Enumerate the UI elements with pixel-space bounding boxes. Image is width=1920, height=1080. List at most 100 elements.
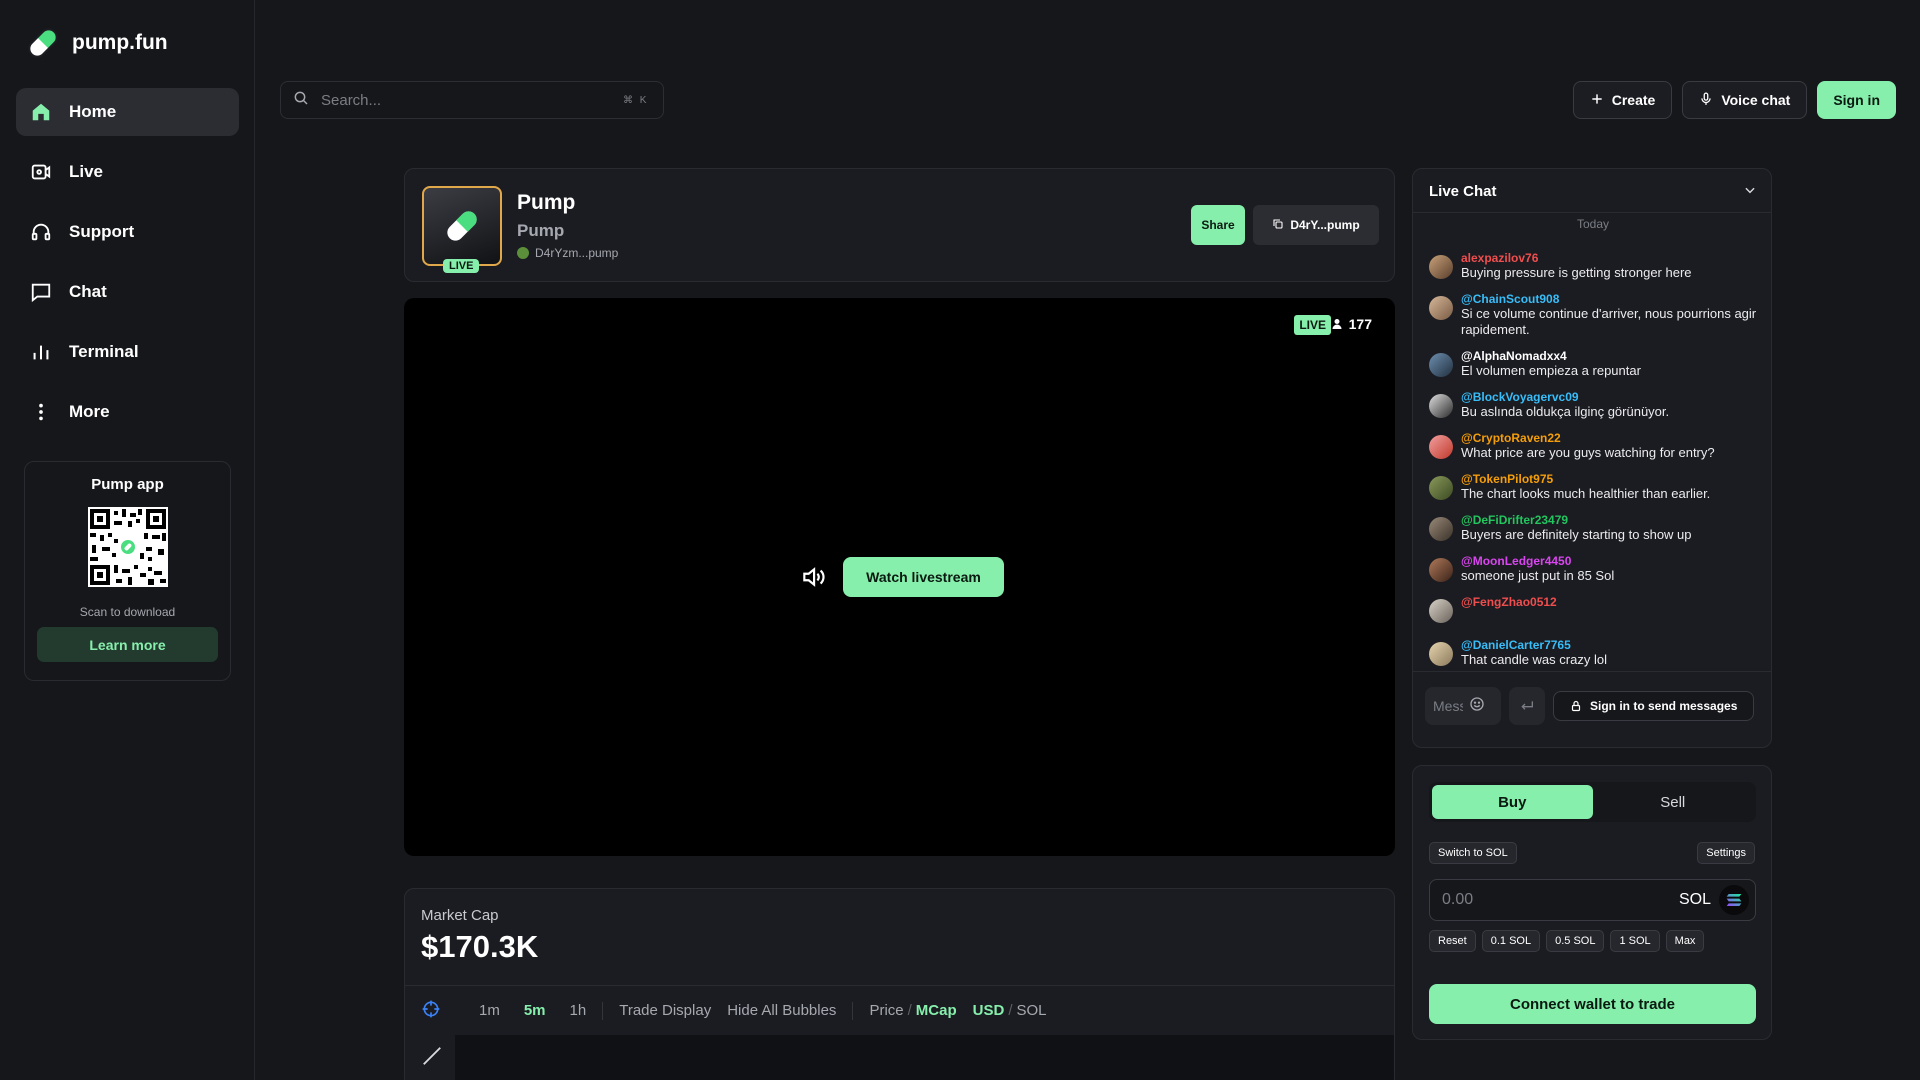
home-icon [29, 100, 53, 124]
header-actions: Create Voice chat Sign in [1572, 81, 1896, 119]
preset-0-1-sol[interactable]: 0.1 SOL [1481, 930, 1541, 952]
avatar[interactable] [1429, 255, 1453, 279]
tab-sell[interactable]: Sell [1593, 785, 1754, 819]
preset-reset[interactable]: Reset [1429, 930, 1476, 952]
live-icon [29, 160, 53, 184]
avatar[interactable] [1429, 435, 1453, 459]
chat-username[interactable]: @MoonLedger4450 [1461, 554, 1614, 568]
search-input[interactable] [321, 91, 611, 109]
connect-wallet-button[interactable]: Connect wallet to trade [1429, 984, 1756, 1024]
sidebar-item-chat[interactable]: Chat [16, 268, 239, 316]
sidebar-item-terminal[interactable]: Terminal [16, 328, 239, 376]
sidebar-item-home[interactable]: Home [16, 88, 239, 136]
search-icon [293, 90, 309, 111]
user-icon [1332, 319, 1342, 329]
chat-username[interactable]: @BlockVoyagervc09 [1461, 390, 1669, 404]
amount-field[interactable]: SOL [1429, 879, 1756, 921]
send-button[interactable] [1509, 687, 1545, 725]
mcap-toggle[interactable]: MCap [916, 1002, 957, 1019]
chat-divider [1413, 671, 1771, 672]
chat-username[interactable]: alexpazilov76 [1461, 251, 1692, 265]
stream-live-badge: LIVE [1294, 315, 1331, 335]
preset-1-sol[interactable]: 1 SOL [1610, 930, 1660, 952]
chat-header[interactable]: Live Chat [1413, 169, 1771, 213]
chat-message: @MoonLedger4450 someone just put in 85 So… [1429, 554, 1759, 584]
creator-avatar [517, 247, 529, 259]
share-button[interactable]: Share [1191, 205, 1245, 245]
trade-display-toggle[interactable]: Trade Display [619, 1002, 711, 1019]
avatar[interactable] [1429, 296, 1453, 320]
chat-message: @FengZhao0512 [1429, 595, 1759, 627]
speaker-icon[interactable] [800, 564, 826, 595]
preset-0-5-sol[interactable]: 0.5 SOL [1546, 930, 1605, 952]
avatar[interactable] [1429, 394, 1453, 418]
tab-buy[interactable]: Buy [1432, 785, 1593, 819]
watch-livestream-button[interactable]: Watch livestream [843, 557, 1004, 597]
chat-message: @AlphaNomadxx4 El volumen empieza a repun… [1429, 349, 1759, 379]
interval-5m[interactable]: 5m [524, 1002, 546, 1019]
sidebar-item-more[interactable]: More [16, 388, 239, 436]
preset-max[interactable]: Max [1665, 930, 1705, 952]
crosshair-icon[interactable] [421, 999, 441, 1023]
copy-address-button[interactable]: D4rY...pump [1253, 205, 1379, 245]
price-toggle[interactable]: Price [869, 1002, 903, 1019]
settings-button[interactable]: Settings [1697, 842, 1755, 864]
logo[interactable]: pump.fun [24, 24, 168, 62]
chat-message: @DeFiDrifter23479 Buyers are definitely s… [1429, 513, 1759, 543]
create-button[interactable]: Create [1572, 81, 1673, 119]
search-bar[interactable]: ⌘ K [280, 81, 664, 119]
chat-username[interactable]: @ChainScout908 [1461, 292, 1759, 306]
chat-date-divider: Today [1576, 217, 1610, 231]
avatar[interactable] [1429, 558, 1453, 582]
sidebar-item-label: Support [69, 222, 135, 241]
avatar[interactable] [1429, 353, 1453, 377]
viewer-count: 177 [1331, 316, 1372, 332]
trend-line-tool-icon[interactable] [421, 1045, 443, 1072]
emoji-icon[interactable] [1469, 696, 1485, 717]
chat-message: @ChainScout908 Si ce volume continue d'ar… [1429, 292, 1759, 338]
chevron-down-icon[interactable] [1743, 183, 1757, 202]
chat-username[interactable]: @AlphaNomadxx4 [1461, 349, 1641, 363]
chat-username[interactable]: @CryptoRaven22 [1461, 431, 1715, 445]
sidebar-item-live[interactable]: Live [16, 148, 239, 196]
app-card-title: Pump app [91, 476, 164, 493]
chat-username[interactable]: @TokenPilot975 [1461, 472, 1710, 486]
enter-icon [1521, 701, 1533, 710]
avatar[interactable] [1429, 476, 1453, 500]
sign-in-button[interactable]: Sign in [1817, 81, 1896, 119]
sign-in-to-send-button[interactable]: Sign in to send messages [1553, 691, 1755, 721]
copy-icon [1272, 218, 1284, 233]
avatar[interactable] [1429, 642, 1453, 666]
price-chart[interactable] [455, 1035, 1394, 1080]
sidebar: pump.fun Home Live Support Chat Terminal… [0, 0, 255, 1080]
amount-input[interactable] [1442, 891, 1679, 909]
learn-more-button[interactable]: Learn more [37, 627, 218, 662]
chat-username[interactable]: @DeFiDrifter23479 [1461, 513, 1692, 527]
message-input-box[interactable] [1425, 687, 1501, 725]
chat-text: Bu aslında oldukça ilginç görünüyor. [1461, 404, 1670, 419]
chat-username[interactable]: @FengZhao0512 [1461, 595, 1557, 609]
livestream-player[interactable]: LIVE 177 Watch livestream [404, 298, 1395, 856]
avatar[interactable] [1429, 599, 1453, 623]
hide-bubbles-toggle[interactable]: Hide All Bubbles [727, 1002, 836, 1019]
switch-to-sol-button[interactable]: Switch to SOL [1429, 842, 1517, 864]
chat-message: @CryptoRaven22 What price are you guys wa… [1429, 431, 1759, 461]
chat-message: @BlockVoyagervc09 Bu aslında oldukça ilgi… [1429, 390, 1759, 420]
token-creator[interactable]: D4rYzm...pump [517, 246, 618, 260]
bar-chart-icon [29, 340, 53, 364]
usd-toggle[interactable]: USD [973, 1002, 1005, 1019]
interval-1m[interactable]: 1m [479, 1002, 500, 1019]
sign-in-to-send-label: Sign in to send messages [1590, 699, 1738, 713]
market-cap-card: Market Cap $170.3K 1m 5m 1h Trade Displa… [404, 888, 1395, 1080]
token-image[interactable] [422, 186, 502, 266]
message-input[interactable] [1433, 698, 1463, 714]
interval-1h[interactable]: 1h [570, 1002, 587, 1019]
chat-username[interactable]: @DanielCarter7765 [1461, 638, 1607, 652]
sol-toggle[interactable]: SOL [1016, 1002, 1046, 1019]
sidebar-item-support[interactable]: Support [16, 208, 239, 256]
sidebar-item-label: Live [69, 162, 104, 181]
viewer-count-value: 177 [1348, 316, 1372, 332]
token-live-badge: LIVE [443, 259, 480, 273]
avatar[interactable] [1429, 517, 1453, 541]
voice-chat-button[interactable]: Voice chat [1682, 81, 1808, 119]
